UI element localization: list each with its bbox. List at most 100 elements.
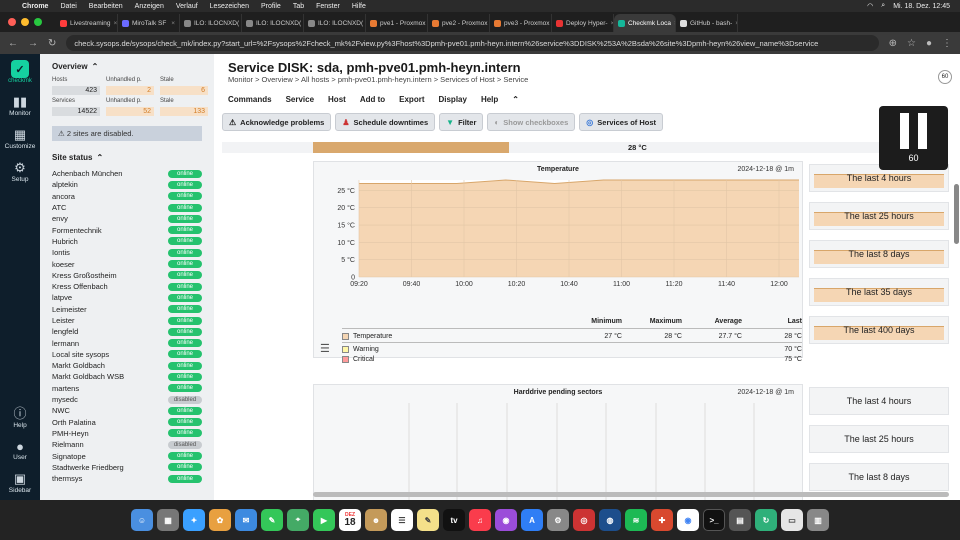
site-state-badge[interactable]: online [168,384,202,393]
browser-tab[interactable]: MiroTalk SF × [118,14,180,32]
close-tab-icon[interactable]: × [735,20,737,27]
site-state-badge[interactable]: online [168,282,202,291]
terminal-icon[interactable]: >_ [703,509,725,531]
zoom-window-button[interactable] [34,18,42,26]
notes-icon[interactable]: ✎ [417,509,439,531]
browser-tab[interactable]: pve2 - Proxmox× [428,14,490,32]
site-row[interactable]: Stadtwerke Friedberg online [52,462,202,473]
site-row[interactable]: mysedc disabled [52,394,202,405]
mail-icon[interactable]: ✉ [235,509,257,531]
nav-sidebar[interactable]: ▣ Sidebar [9,471,31,494]
site-state-badge[interactable]: online [168,237,202,246]
menu-display[interactable]: Display [438,95,466,104]
zoom-icon[interactable]: ⊕ [889,38,897,49]
hosts-stale-count[interactable]: 6 [160,86,208,95]
site-state-badge[interactable]: online [168,180,202,189]
photos-icon[interactable]: ✿ [209,509,231,531]
app-icon[interactable]: ↻ [755,509,777,531]
temperature-graph[interactable]: Temperature 2024-12-18 @ 1m 05 °C 10 °C 15… [313,161,803,363]
site-row[interactable]: Formentechnik online [52,224,202,235]
site-row[interactable]: lermann online [52,337,202,348]
filter-button[interactable]: ▼ Filter [439,113,484,131]
site-state-badge[interactable]: online [168,474,202,483]
browser-tab[interactable]: pve3 - Proxmox× [490,14,552,32]
browser-tab[interactable]: Livestreaming × [56,14,118,32]
close-window-button[interactable] [8,18,16,26]
messages-icon[interactable]: ✎ [261,509,283,531]
contacts-icon[interactable]: ☻ [365,509,387,531]
browser-tab[interactable]: ILO: ILOCNXD(× [242,14,304,32]
menu-item[interactable]: Hilfe [352,3,366,10]
menu-item[interactable]: Tab [293,3,304,10]
site-row[interactable]: Markt Goldbach WSB online [52,371,202,382]
bookmark-star-icon[interactable]: ☆ [907,38,916,49]
reminders-icon[interactable]: ☰ [391,509,413,531]
maps-icon[interactable]: ⌖ [287,509,309,531]
menu-item[interactable]: Anzeigen [135,3,164,10]
site-row[interactable]: Achenbach München online [52,168,202,179]
menu-item[interactable]: Verlauf [176,3,198,10]
profile-avatar[interactable]: ● [926,38,932,49]
more-menu-icon[interactable]: ⋮ [942,38,952,49]
calendar-icon[interactable]: DEZ 18 [339,509,361,531]
trash-icon[interactable]: ▥ [807,509,829,531]
clock[interactable]: Mi. 18. Dez. 12:45 [893,3,950,10]
site-state-badge[interactable]: online [168,316,202,325]
site-row[interactable]: Local site sysops online [52,349,202,360]
site-state-badge[interactable]: online [168,214,202,223]
sites-disabled-notice[interactable]: ⚠ 2 sites are disabled. [52,126,202,141]
acknowledge-button[interactable]: ⚠ Acknowledge problems [222,113,332,131]
graph-menu-icon[interactable]: ☰ [320,342,330,355]
menu-add-to[interactable]: Add to [360,95,385,104]
site-row[interactable]: koeser online [52,258,202,269]
finder-icon[interactable]: ☺ [131,509,153,531]
back-icon[interactable]: ← [8,38,18,49]
minimize-window-button[interactable] [21,18,29,26]
site-state-badge[interactable]: online [168,339,202,348]
site-state-badge[interactable]: online [168,260,202,269]
hosts-count[interactable]: 423 [52,86,100,95]
site-row[interactable]: Iontis online [52,247,202,258]
menu-item[interactable]: Fenster [316,3,340,10]
site-row[interactable]: Signatope online [52,450,202,461]
nav-monitor[interactable]: ▮▮ Monitor [9,94,31,117]
site-state-badge[interactable]: disabled [168,395,202,404]
address-bar[interactable]: check.sysops.de/sysops/check_mk/index.py… [66,35,879,51]
site-row[interactable]: alptekin online [52,179,202,190]
launchpad-icon[interactable]: ▦ [157,509,179,531]
safari-icon[interactable]: ✦ [183,509,205,531]
horizontal-scrollbar[interactable] [313,492,949,497]
services-unhandled-count[interactable]: 52 [106,107,154,116]
site-row[interactable]: NWC online [52,405,202,416]
menu-app-name[interactable]: Chrome [22,3,48,10]
thumbnail-graph[interactable]: The last 8 days [809,463,949,491]
site-row[interactable]: Markt Goldbach online [52,360,202,371]
breadcrumb[interactable]: Monitor > Overview > All hosts > pmh-pve… [228,75,528,84]
appletv-icon[interactable]: tv [443,509,465,531]
system-settings-icon[interactable]: ⚙ [547,509,569,531]
menu-help[interactable]: Help [481,95,498,104]
calculator-icon[interactable]: ▤ [729,509,751,531]
overview-snapin-header[interactable]: Overview ⌃ [52,62,202,71]
site-state-badge[interactable]: online [168,169,202,178]
browser-tab[interactable]: ILO: ILOCNXD(× [304,14,366,32]
site-row[interactable]: ancora online [52,191,202,202]
site-state-badge[interactable]: online [168,350,202,359]
browser-tab[interactable]: ILO: ILOCNXD(× [180,14,242,32]
spotify-icon[interactable]: ≋ [625,509,647,531]
site-row[interactable]: Leister online [52,315,202,326]
nav-setup[interactable]: ⚙ Setup [12,160,29,183]
site-state-badge[interactable]: online [168,406,202,415]
site-state-badge[interactable]: online [168,226,202,235]
pending-sectors-graph[interactable]: Harddrive pending sectors 2024-12-18 @ 1… [313,384,803,500]
site-row[interactable]: Leimeister online [52,304,202,315]
thumbnail-graph[interactable]: The last 8 days [809,240,949,268]
wifi-icon[interactable]: ◠ [867,2,873,10]
show-checkboxes-button[interactable]: ◐ Show checkboxes [487,113,576,131]
nav-user[interactable]: ● User [13,439,27,461]
thumbnail-graph[interactable]: The last 4 hours [809,387,949,415]
menu-host[interactable]: Host [328,95,346,104]
site-state-badge[interactable]: online [168,248,202,257]
checkmk-logo[interactable]: ✓ checkmk [8,60,32,84]
site-row[interactable]: PMH-Heyn online [52,428,202,439]
